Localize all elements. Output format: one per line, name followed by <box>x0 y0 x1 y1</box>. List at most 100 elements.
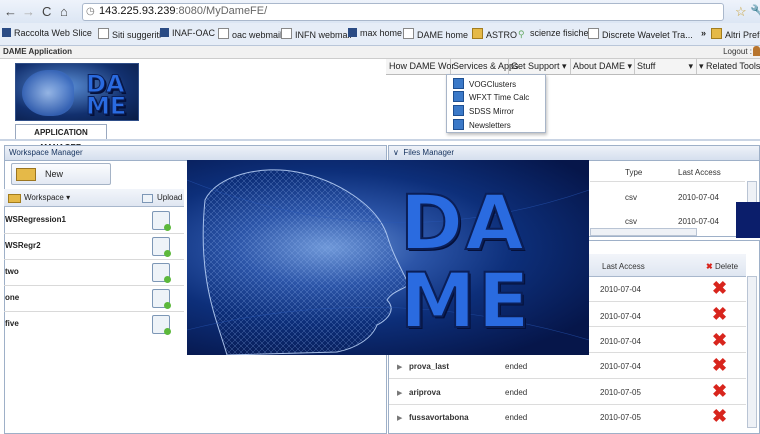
folder-icon <box>16 168 36 181</box>
logo-text-me: ME <box>399 255 532 346</box>
upload-file-icon[interactable] <box>152 315 171 335</box>
workspace-row[interactable]: one <box>4 285 184 312</box>
file-access: 2010-07-04 <box>678 217 719 226</box>
file-type: csv <box>625 193 637 202</box>
dame-logo: DA ME <box>15 63 139 121</box>
experiment-row[interactable] <box>389 379 746 404</box>
address-bar[interactable]: ◷ 143.225.93.239:8080/MyDameFE/ <box>82 3 724 21</box>
user-icon[interactable] <box>753 46 760 56</box>
workspace-name: five <box>5 319 19 328</box>
bookmark-item[interactable]: ⚲ scienze fisiche <box>518 28 589 39</box>
col-last-access[interactable]: Last Access <box>602 262 645 271</box>
delete-icon: ✖ <box>706 262 713 271</box>
menu-related-tools[interactable]: ▾ Related Tools ▾ <box>696 59 760 74</box>
dropdown-item-newsletters[interactable]: Newsletters <box>453 119 511 130</box>
experiment-access: 2010-07-04 <box>600 285 641 294</box>
web-slice-icon <box>2 28 11 37</box>
delete-icon[interactable]: ✖ <box>712 331 727 349</box>
workspace-row[interactable]: WSRegression1 <box>4 207 184 234</box>
star-icon[interactable]: ☆ <box>735 5 747 18</box>
bookmark-item[interactable]: max home <box>348 28 402 38</box>
delete-icon[interactable]: ✖ <box>712 305 727 323</box>
logo-text-da: DA <box>399 177 526 268</box>
wrench-icon[interactable]: 🔧 <box>750 5 760 18</box>
experiment-access: 2010-07-04 <box>600 337 641 346</box>
experiment-access: 2010-07-04 <box>600 362 641 371</box>
dropdown-item-wfxt[interactable]: WFXT Time Calc <box>453 91 529 102</box>
bookmark-item[interactable]: Discrete Wavelet Tra... <box>588 28 693 40</box>
bookmark-item[interactable]: INAF-OAC <box>160 28 215 38</box>
bookmark-item[interactable]: Siti suggeriti <box>98 28 161 40</box>
services-dropdown: VOGClusters WFXT Time Calc SDSS Mirror N… <box>446 74 546 133</box>
delete-icon[interactable]: ✖ <box>712 407 727 425</box>
workspace-row[interactable]: five <box>4 311 184 337</box>
upload-file-icon[interactable] <box>152 211 171 231</box>
browser-toolbar: ← → C ⌂ ◷ 143.225.93.239:8080/MyDameFE/ … <box>0 0 760 23</box>
link-icon: ⚲ <box>518 29 525 39</box>
page-icon <box>218 28 229 39</box>
tab-application-manager[interactable]: APPLICATION MANAGER <box>15 124 107 152</box>
app-icon <box>453 105 464 116</box>
experiments-scrollbar[interactable] <box>747 276 757 428</box>
menu-how-dame-works[interactable]: How DAME Wor <box>386 59 454 74</box>
bookmark-item[interactable]: Raccolta Web Slice <box>2 28 92 38</box>
upload-file-icon[interactable] <box>152 263 171 283</box>
menu-services-apps[interactable]: Services & Apps <box>450 59 519 74</box>
page-icon <box>588 28 599 39</box>
bookmarks-bar: Raccolta Web Slice Siti suggeriti INAF-O… <box>0 23 760 46</box>
chevron-down-icon: ▾ <box>688 61 693 71</box>
back-icon[interactable]: ← <box>4 5 17 18</box>
delete-icon[interactable]: ✖ <box>712 356 727 374</box>
experiment-name: fussavortabona <box>409 413 469 422</box>
chevron-down-icon: ▾ <box>562 61 567 71</box>
workspace-name: WSRegr2 <box>5 241 41 250</box>
collapse-icon[interactable]: ∨ <box>393 148 399 157</box>
col-last-access[interactable]: Last Access <box>678 168 721 177</box>
experiment-access: 2010-07-05 <box>600 388 641 397</box>
workspace-name: one <box>5 293 20 302</box>
delete-icon[interactable]: ✖ <box>712 279 727 297</box>
bookmark-item[interactable]: INFN webmail <box>281 28 352 40</box>
folder-icon <box>711 28 722 39</box>
menu-about-dame[interactable]: About DAME ▾ <box>570 59 635 74</box>
forward-icon[interactable]: → <box>22 5 35 18</box>
upload-file-icon[interactable] <box>152 237 171 257</box>
app-icon <box>453 119 464 130</box>
face-graphic <box>22 70 74 116</box>
dropdown-item-vogclusters[interactable]: VOGClusters <box>453 78 516 89</box>
col-type[interactable]: Type <box>625 168 642 177</box>
tab-divider <box>0 139 760 141</box>
workspace-row[interactable]: WSRegr2 <box>4 233 184 260</box>
bookmark-item[interactable]: ASTRO <box>472 28 517 40</box>
bookmark-item[interactable]: oac webmail <box>218 28 282 40</box>
workspace-name: WSRegression1 <box>5 215 66 224</box>
delete-icon[interactable]: ✖ <box>712 382 727 400</box>
col-workspace[interactable]: Workspace ▾ <box>24 189 70 206</box>
files-hscrollbar[interactable] <box>590 228 697 236</box>
logo-text-me: ME <box>85 92 127 121</box>
dropdown-item-sdss[interactable]: SDSS Mirror <box>453 105 514 116</box>
folder-icon <box>8 194 21 203</box>
logout-link[interactable]: Logout : <box>723 47 752 56</box>
page-icon <box>98 28 109 39</box>
workspace-name: two <box>5 267 19 276</box>
menu-stuff[interactable]: Stuff ▾ <box>634 59 697 74</box>
app-header: DAME Application Logout : <box>0 46 760 59</box>
bookmark-item[interactable]: DAME home <box>403 28 468 40</box>
experiment-access: 2010-07-05 <box>600 413 641 422</box>
workspace-row[interactable]: two <box>4 259 184 286</box>
page-icon <box>281 28 292 39</box>
expand-icon[interactable]: ▶ <box>397 363 402 371</box>
more-bookmarks-button[interactable]: » <box>701 28 706 38</box>
menu-get-support[interactable]: Get Support ▾ <box>508 59 571 74</box>
upload-file-icon[interactable] <box>152 289 171 309</box>
col-delete: ✖ Delete <box>706 262 739 271</box>
reload-icon[interactable]: C <box>42 5 51 18</box>
home-icon[interactable]: ⌂ <box>60 5 68 18</box>
file-access: 2010-07-04 <box>678 193 719 202</box>
main-menu: How DAME Wor Services & Apps Get Support… <box>386 59 760 75</box>
bookmark-folder[interactable]: Altri Preferiti <box>711 28 760 40</box>
expand-icon[interactable]: ▶ <box>397 389 402 397</box>
expand-icon[interactable]: ▶ <box>397 414 402 422</box>
new-workspace-button[interactable]: New Workspace <box>11 163 111 199</box>
